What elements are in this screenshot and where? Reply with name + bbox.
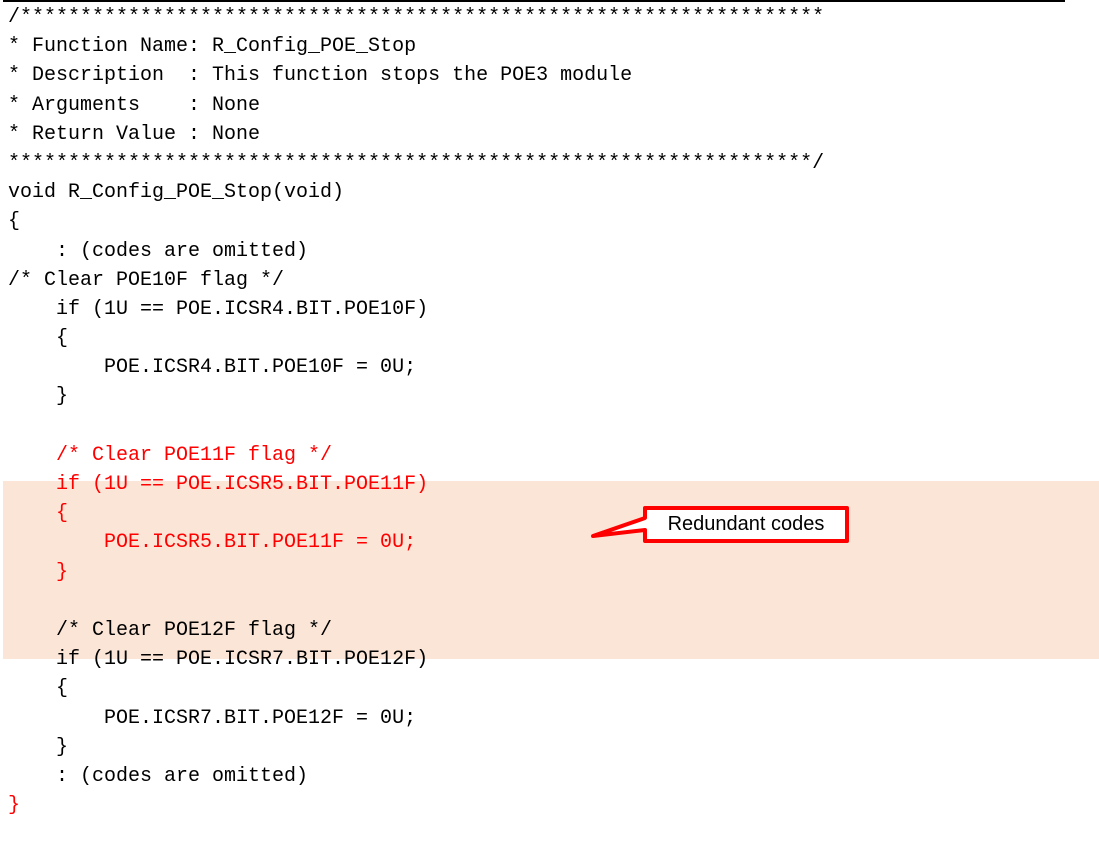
code-line: * Return Value : None — [8, 122, 261, 146]
redundant-code-line: /* Clear POE11F flag */ — [8, 443, 333, 467]
closing-brace-line: } — [8, 794, 21, 818]
code-line: : (codes are omitted) — [8, 239, 309, 263]
code-line: } — [8, 735, 69, 759]
redundant-code-line: } — [8, 560, 69, 584]
code-line: { — [8, 677, 69, 701]
code-line: { — [8, 327, 69, 351]
redundant-codes-callout: Redundant codes — [590, 506, 870, 550]
code-line: ****************************************… — [8, 151, 825, 175]
code-line: POE.ICSR7.BIT.POE12F = 0U; — [8, 706, 417, 730]
code-line: * Arguments : None — [8, 93, 261, 117]
code-line: /***************************************… — [8, 6, 825, 29]
code-line: /* Clear POE12F flag */ — [8, 618, 333, 642]
code-line: : (codes are omitted) — [8, 764, 309, 788]
callout-label: Redundant codes — [667, 513, 825, 535]
code-line: if (1U == POE.ICSR7.BIT.POE12F) — [8, 648, 429, 672]
code-line: POE.ICSR4.BIT.POE10F = 0U; — [8, 356, 417, 380]
top-rule — [3, 0, 1065, 2]
code-line: { — [8, 210, 21, 234]
code-line: * Description : This function stops the … — [8, 64, 633, 88]
code-listing: /***************************************… — [8, 3, 824, 820]
redundant-code-line: if (1U == POE.ICSR5.BIT.POE11F) — [8, 473, 429, 496]
code-line: void R_Config_POE_Stop(void) — [8, 181, 345, 205]
code-line: } — [8, 385, 69, 409]
code-line: /* Clear POE10F flag */ — [8, 268, 285, 292]
code-line: if (1U == POE.ICSR4.BIT.POE10F) — [8, 297, 429, 321]
code-line: * Function Name: R_Config_POE_Stop — [8, 35, 417, 59]
